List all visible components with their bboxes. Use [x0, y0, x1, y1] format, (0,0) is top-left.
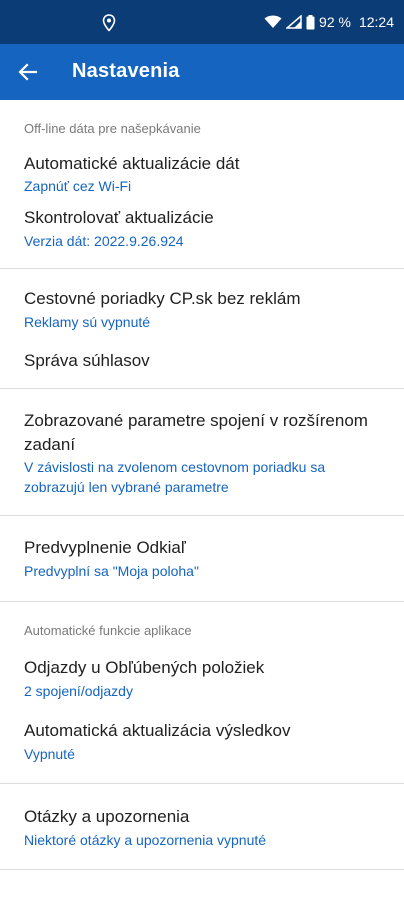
status-bar: 92 % 12:24 — [0, 0, 404, 44]
setting-prefill-from[interactable]: Predvyplnenie Odkiaľ Predvyplní sa "Moja… — [0, 534, 404, 584]
setting-extended-params[interactable]: Zobrazované parametre spojení v rozšíren… — [0, 406, 404, 506]
arrow-back-icon — [18, 63, 38, 81]
settings-list[interactable]: Off-line dáta pre našepkávanie Automatic… — [0, 100, 404, 900]
setting-title: Skontrolovať aktualizácie — [24, 208, 214, 227]
section-header-auto-functions: Automatické funkcie aplikace — [24, 623, 192, 638]
setting-auto-data-updates[interactable]: Automatické aktualizácie dát Zapnúť cez … — [0, 150, 404, 200]
divider — [0, 869, 404, 870]
page-title: Nastavenia — [72, 60, 180, 82]
status-time: 12:24 — [358, 14, 394, 30]
battery-percent: 92 % — [319, 14, 351, 30]
setting-subtitle: Predvyplní sa "Moja poloha" — [24, 563, 199, 579]
setting-title: Predvyplnenie Odkiaľ — [24, 538, 186, 557]
setting-title: Otázky a upozornenia — [24, 807, 190, 826]
app-bar: Nastavenia — [0, 44, 404, 100]
setting-title-line2: zadaní — [24, 435, 76, 454]
battery-icon — [306, 14, 315, 29]
setting-subtitle: 2 spojení/odjazdy — [24, 683, 133, 699]
setting-check-updates[interactable]: Skontrolovať aktualizácie Verzia dát: 20… — [0, 204, 404, 258]
setting-title-line1: Zobrazované parametre spojení v rozšíren… — [24, 411, 368, 430]
location-icon — [102, 14, 116, 32]
setting-subtitle: Verzia dát: 2022.9.26.924 — [24, 233, 184, 249]
setting-title: Automatické aktualizácie dát — [24, 154, 240, 173]
divider — [0, 601, 404, 602]
setting-questions-alerts[interactable]: Otázky a upozornenia Niektoré otázky a u… — [0, 803, 404, 853]
setting-subtitle-line1: V závislosti na zvolenom cestovnom poria… — [24, 459, 326, 475]
divider — [0, 515, 404, 516]
setting-subtitle: Niektoré otázky a upozornenia vypnuté — [24, 832, 267, 848]
setting-no-ads[interactable]: Cestovné poriadky CP.sk bez reklám Rekla… — [0, 285, 404, 335]
back-button[interactable] — [14, 58, 42, 86]
divider — [0, 268, 404, 269]
setting-subtitle-line2: zobrazujú len vybrané parametre — [24, 479, 229, 495]
setting-favorites-departures[interactable]: Odjazdy u Obľúbených položiek 2 spojení/… — [0, 654, 404, 704]
section-header-offline-data: Off-line dáta pre našepkávanie — [24, 121, 201, 136]
setting-title: Automatická aktualizácia výsledkov — [24, 721, 291, 740]
divider — [0, 388, 404, 389]
divider — [0, 783, 404, 784]
setting-title: Odjazdy u Obľúbených položiek — [24, 658, 265, 677]
setting-consent-management[interactable]: Správa súhlasov — [0, 344, 404, 380]
setting-subtitle: Reklamy sú vypnuté — [24, 314, 151, 330]
setting-auto-refresh-results[interactable]: Automatická aktualizácia výsledkov Vypnu… — [0, 717, 404, 767]
wifi-icon — [264, 15, 282, 28]
setting-subtitle: Zapnúť cez Wi-Fi — [24, 178, 132, 194]
setting-title: Správa súhlasov — [24, 351, 150, 370]
setting-subtitle: Vypnuté — [24, 746, 75, 762]
signal-icon — [286, 15, 302, 29]
setting-title: Cestovné poriadky CP.sk bez reklám — [24, 289, 301, 308]
